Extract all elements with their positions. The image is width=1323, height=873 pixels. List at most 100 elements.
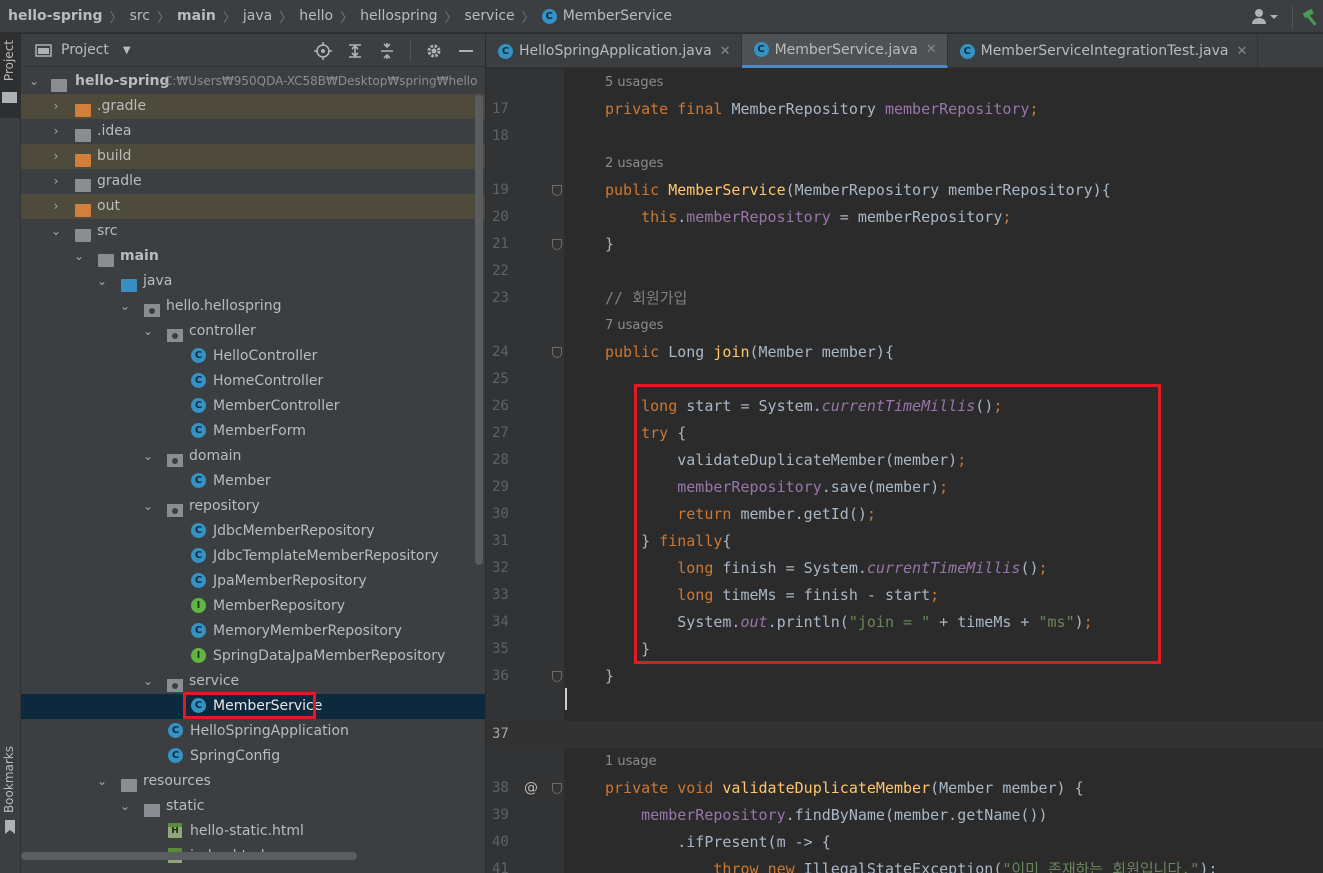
tree-node-jdbcmemberrepository[interactable]: C JdbcMemberRepository	[21, 519, 485, 544]
tree-node-build[interactable]: › build	[21, 144, 485, 169]
tree-node-springdatajpamemberrepository[interactable]: I SpringDataJpaMemberRepository	[21, 644, 485, 669]
class-icon: C	[191, 423, 206, 438]
code-line: 21}	[486, 231, 1323, 258]
usage-hint[interactable]: 1 usage	[605, 748, 657, 775]
breadcrumb-project[interactable]: hello-spring	[8, 8, 103, 24]
tree-node-memberform[interactable]: C MemberForm	[21, 419, 485, 444]
chevron-down-icon[interactable]: ⌄	[27, 69, 41, 94]
gear-icon[interactable]	[425, 42, 443, 60]
close-icon[interactable]: ✕	[720, 44, 731, 59]
usage-hint[interactable]: 5 usages	[605, 69, 663, 96]
breadcrumb-memberservice[interactable]: MemberService	[563, 8, 672, 24]
line-number: 39	[492, 807, 509, 823]
tree-node-memberrepository[interactable]: I MemberRepository	[21, 594, 485, 619]
fold-marker-icon[interactable]	[552, 239, 562, 250]
tree-node-gradle-hidden[interactable]: › .gradle	[21, 94, 485, 119]
project-tool-label[interactable]: Project	[2, 40, 16, 81]
chevron-down-icon[interactable]: ⌄	[49, 219, 63, 244]
tree-node-out[interactable]: › out	[21, 194, 485, 219]
tree-node-src[interactable]: ⌄ src	[21, 219, 485, 244]
chevron-right-icon[interactable]: ›	[49, 119, 63, 144]
code-line: 7 usages	[486, 312, 1323, 339]
folder-icon	[35, 44, 52, 57]
minimize-icon[interactable]	[457, 42, 475, 60]
chevron-down-icon[interactable]: ▼	[123, 45, 131, 56]
fold-marker-icon[interactable]	[552, 347, 562, 358]
tree-node-java[interactable]: ⌄ java	[21, 269, 485, 294]
tree-node-idea[interactable]: › .idea	[21, 119, 485, 144]
line-number: 22	[492, 263, 509, 279]
tree-node-springconfig[interactable]: C SpringConfig	[21, 744, 485, 769]
chevron-down-icon[interactable]: ⌄	[118, 794, 132, 819]
chevron-down-icon[interactable]: ⌄	[141, 319, 155, 344]
tree-label: MemoryMemberRepository	[213, 623, 402, 639]
chevron-down-icon[interactable]: ⌄	[141, 494, 155, 519]
chevron-right-icon[interactable]: ›	[49, 94, 63, 119]
tree-node-hello-static-html[interactable]: H hello-static.html	[21, 819, 485, 844]
tab-hellospringapplication[interactable]: C HelloSpringApplication.java ✕	[486, 34, 742, 68]
chevron-right-icon[interactable]: ›	[49, 194, 63, 219]
close-icon[interactable]: ✕	[926, 42, 937, 57]
tree-label: HelloController	[213, 348, 318, 364]
chevron-right-icon[interactable]: ›	[49, 169, 63, 194]
fold-marker-icon[interactable]	[552, 185, 562, 196]
tree-node-hello-hellospring[interactable]: ⌄ hello.hellospring	[21, 294, 485, 319]
tree-node-static[interactable]: ⌄ static	[21, 794, 485, 819]
breadcrumb-main[interactable]: main	[177, 8, 216, 24]
chevron-down-icon[interactable]: ⌄	[72, 244, 86, 269]
breadcrumb-hellospring[interactable]: hellospring	[360, 8, 437, 24]
tree-node-hello-spring[interactable]: ⌄ hello-spring C:₩Users₩950QDA-XC58B₩Des…	[21, 69, 485, 94]
project-view-title[interactable]: Project	[61, 42, 109, 58]
chevron-down-icon[interactable]: ⌄	[141, 444, 155, 469]
tree-node-member[interactable]: C Member	[21, 469, 485, 494]
chevron-right-icon[interactable]: ›	[49, 144, 63, 169]
tab-label: MemberService.java	[774, 41, 918, 58]
hammer-icon[interactable]	[1301, 7, 1323, 27]
usage-hint[interactable]: 2 usages	[605, 150, 663, 177]
tree-node-controller[interactable]: ⌄ controller	[21, 319, 485, 344]
tab-memberserviceintegrationtest[interactable]: C MemberServiceIntegrationTest.java ✕	[948, 34, 1259, 68]
tree-node-hellocontroller[interactable]: C HelloController	[21, 344, 485, 369]
tree-node-gradle[interactable]: › gradle	[21, 169, 485, 194]
chevron-down-icon[interactable]: ⌄	[95, 269, 109, 294]
breadcrumb-java[interactable]: java	[243, 8, 272, 24]
tree-node-jdbctemplatememberrepository[interactable]: C JdbcTemplateMemberRepository	[21, 544, 485, 569]
tree-node-resources[interactable]: ⌄ resources	[21, 769, 485, 794]
tree-node-memorymemberrepository[interactable]: C MemoryMemberRepository	[21, 619, 485, 644]
tree-node-membercontroller[interactable]: C MemberController	[21, 394, 485, 419]
chevron-down-icon[interactable]: ⌄	[95, 769, 109, 794]
usage-hint[interactable]: 7 usages	[605, 312, 663, 339]
tree-node-domain[interactable]: ⌄ domain	[21, 444, 485, 469]
code-text: private final MemberRepository memberRep…	[605, 100, 1039, 118]
close-icon[interactable]: ✕	[1236, 44, 1247, 59]
editor-tab-bar: C HelloSpringApplication.java ✕ C Member…	[486, 34, 1323, 68]
chevron-right-icon: 〉	[444, 10, 458, 26]
project-panel: Project ▼ ⌄ hello-spring C:₩Users₩950QDA…	[21, 34, 485, 873]
expand-all-icon[interactable]	[346, 42, 364, 60]
bookmarks-tool-label[interactable]: Bookmarks	[2, 746, 16, 813]
tree-label: .gradle	[97, 98, 147, 114]
line-number: 30	[492, 506, 509, 522]
project-horizontal-scrollbar[interactable]	[21, 852, 357, 860]
breadcrumb-src[interactable]: src	[130, 8, 150, 24]
locate-icon[interactable]	[314, 41, 332, 60]
code-line: 1 usage	[486, 748, 1323, 775]
fold-marker-icon[interactable]	[552, 671, 562, 682]
code-text: this.memberRepository = memberRepository…	[641, 208, 1012, 226]
tree-node-jpamemberrepository[interactable]: C JpaMemberRepository	[21, 569, 485, 594]
breadcrumb-hello[interactable]: hello	[299, 8, 333, 24]
tree-node-repository[interactable]: ⌄ repository	[21, 494, 485, 519]
annotation-marker-icon[interactable]: @	[524, 775, 538, 802]
tree-node-homecontroller[interactable]: C HomeController	[21, 369, 485, 394]
tree-node-main[interactable]: ⌄ main	[21, 244, 485, 269]
user-icon[interactable]	[1250, 7, 1284, 27]
tree-node-service[interactable]: ⌄ service	[21, 669, 485, 694]
project-vertical-scrollbar[interactable]	[475, 95, 483, 565]
breadcrumb-service[interactable]: service	[465, 8, 515, 24]
tree-node-hellospringapplication[interactable]: C HelloSpringApplication	[21, 719, 485, 744]
collapse-all-icon[interactable]	[378, 42, 396, 60]
chevron-down-icon[interactable]: ⌄	[118, 294, 132, 319]
chevron-down-icon[interactable]: ⌄	[141, 669, 155, 694]
fold-marker-icon[interactable]	[552, 783, 562, 794]
tab-memberservice[interactable]: C MemberService.java ✕	[741, 34, 948, 68]
